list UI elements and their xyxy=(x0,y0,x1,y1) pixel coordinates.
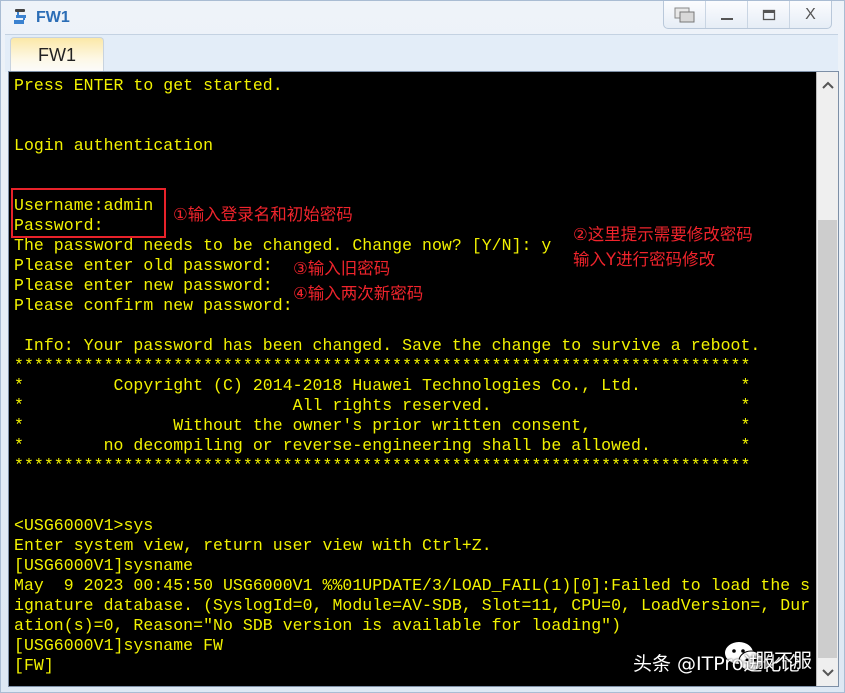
terminal-line: Enter system view, return user view with… xyxy=(14,536,492,555)
terminal-line: May 9 2023 00:45:50 USG6000V1 %%01UPDATE… xyxy=(14,576,811,595)
terminal-line: ignature database. (SyslogId=0, Module=A… xyxy=(14,596,811,615)
tab-bar: FW1 xyxy=(5,34,838,73)
terminal-line: Login authentication xyxy=(14,136,214,155)
terminal-line: ****************************************… xyxy=(14,456,751,475)
restore-windows-button[interactable] xyxy=(664,1,705,28)
terminal-line: ation(s)=0, Reason="No SDB version is av… xyxy=(14,616,622,635)
chevron-down-icon xyxy=(821,669,834,677)
scroll-up-button[interactable] xyxy=(817,72,838,98)
terminal-lines: Press ENTER to get started. Login authent… xyxy=(14,76,810,676)
maximize-icon xyxy=(762,9,775,20)
terminal-line: * Without the owner's prior written cons… xyxy=(14,416,751,435)
close-icon: X xyxy=(805,5,816,23)
terminal-output[interactable]: Press ENTER to get started. Login authent… xyxy=(9,72,815,686)
scroll-thumb[interactable] xyxy=(818,220,837,658)
terminal-line: ****************************************… xyxy=(14,356,751,375)
tab-fw1[interactable]: FW1 xyxy=(10,37,104,73)
terminal-line: * Copyright (C) 2014-2018 Huawei Technol… xyxy=(14,376,751,395)
terminal-line: * no decompiling or reverse-engineering … xyxy=(14,436,751,455)
close-button[interactable]: X xyxy=(789,1,831,28)
network-device-icon xyxy=(14,9,26,24)
restore-icon xyxy=(674,7,694,22)
title-bar[interactable]: FW1 X xyxy=(1,1,844,33)
vertical-scrollbar[interactable] xyxy=(816,72,838,686)
minimize-button[interactable] xyxy=(705,1,747,28)
annotation-step2-line1: ②这里提示需要修改密码 xyxy=(573,225,753,244)
scroll-down-button[interactable] xyxy=(817,660,838,686)
terminal-line: Info: Your password has been changed. Sa… xyxy=(14,336,761,355)
terminal-line: <USG6000V1>sys xyxy=(14,516,154,535)
minimize-icon xyxy=(720,17,733,20)
annotation-step2-line2: 输入Y进行密码修改 xyxy=(573,250,716,269)
terminal-line: Username:admin xyxy=(14,196,154,215)
window-title: FW1 xyxy=(36,9,70,26)
app-window: FW1 X FW1 Press ENTER to get started. Log… xyxy=(0,0,845,693)
terminal-line: [USG6000V1]sysname xyxy=(14,556,194,575)
annotation-step4: ④输入两次新密码 xyxy=(293,284,424,303)
terminal-line: Press ENTER to get started. xyxy=(14,76,283,95)
terminal-frame: Press ENTER to get started. Login authent… xyxy=(8,71,839,687)
terminal-line: * All rights reserved. * xyxy=(14,396,751,415)
annotation-step1: ①输入登录名和初始密码 xyxy=(173,205,353,224)
chevron-up-icon xyxy=(821,81,834,89)
window-controls: X xyxy=(663,1,832,29)
annotation-step3: ③输入旧密码 xyxy=(293,259,391,278)
watermark-overlay: 服不服 xyxy=(755,650,813,672)
maximize-button[interactable] xyxy=(747,1,789,28)
